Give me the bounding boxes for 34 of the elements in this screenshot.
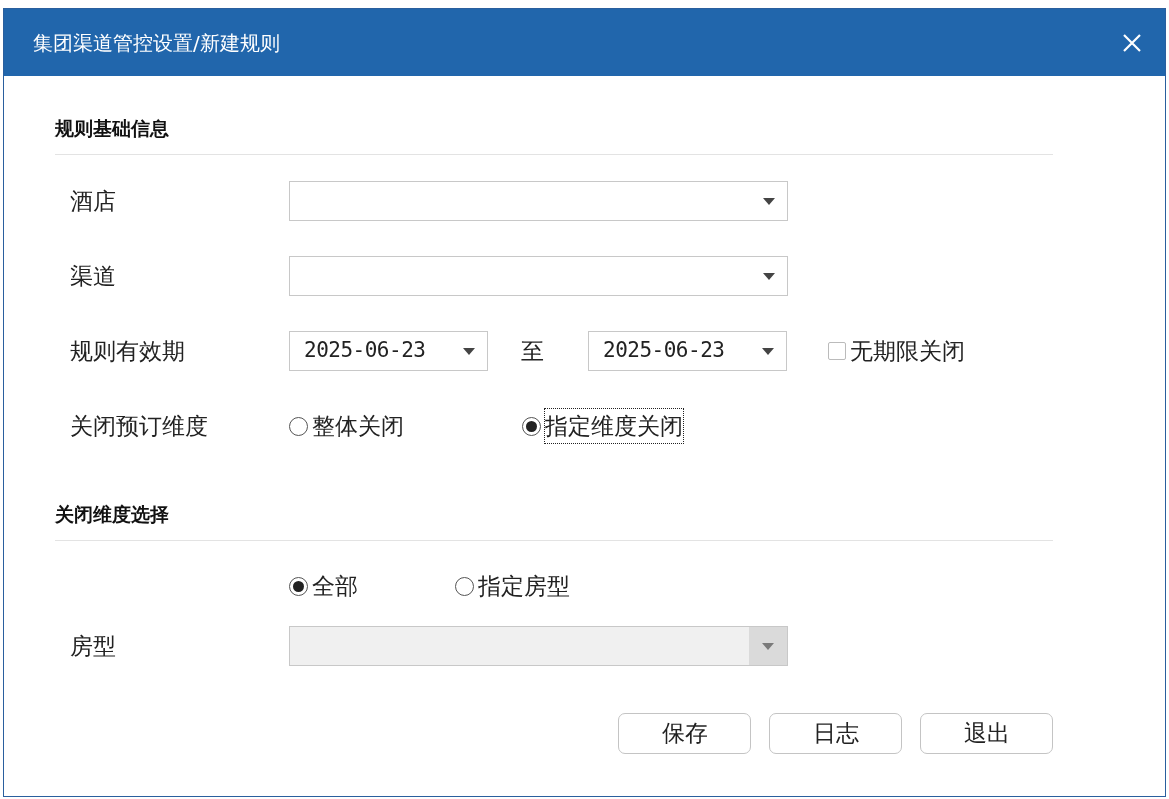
dropdown-field[interactable]: 2025-06-23 (588, 331, 787, 371)
option-label: 指定维度关闭 (545, 408, 683, 444)
window-title: 集团渠道管控设置/新建规则 (33, 29, 280, 57)
section-heading: 规则基础信息 (55, 115, 169, 141)
dropdown-field[interactable] (289, 181, 788, 221)
caret-icon (763, 272, 775, 280)
field-label: 房型 (69, 631, 117, 661)
field-label: 规则有效期 (69, 336, 186, 366)
caret-icon (762, 642, 774, 650)
dialog-button[interactable]: 退出 (920, 713, 1053, 754)
option-label: 整体关闭 (312, 411, 404, 441)
checkbox[interactable] (828, 342, 846, 360)
caret-icon (762, 347, 774, 355)
field-label: 关闭预订维度 (69, 411, 209, 441)
radio-button[interactable] (289, 576, 308, 596)
checkbox-option[interactable]: 无期限关闭 (828, 333, 965, 369)
dialog-button[interactable]: 保存 (618, 713, 751, 754)
field-label: 酒店 (69, 186, 117, 216)
section-heading: 关闭维度选择 (55, 501, 169, 527)
caret-icon (463, 347, 475, 355)
radio-option[interactable]: 指定房型 (455, 568, 621, 604)
dialog-button[interactable]: 日志 (769, 713, 902, 754)
field-label: 渠道 (69, 261, 117, 291)
close-icon[interactable] (1123, 33, 1141, 52)
radio-option[interactable]: 整体关闭 (289, 408, 522, 444)
radio-option[interactable]: 指定维度关闭 (522, 408, 755, 444)
dropdown-field[interactable] (289, 256, 788, 296)
radio-button[interactable] (289, 416, 308, 436)
radio-option[interactable]: 全部 (289, 568, 455, 604)
dropdown-field[interactable]: 2025-06-23 (289, 331, 488, 371)
radio-button[interactable] (455, 576, 474, 596)
radio-button[interactable] (522, 416, 541, 436)
caret-icon (763, 197, 775, 205)
range-separator: 至 (520, 336, 545, 366)
